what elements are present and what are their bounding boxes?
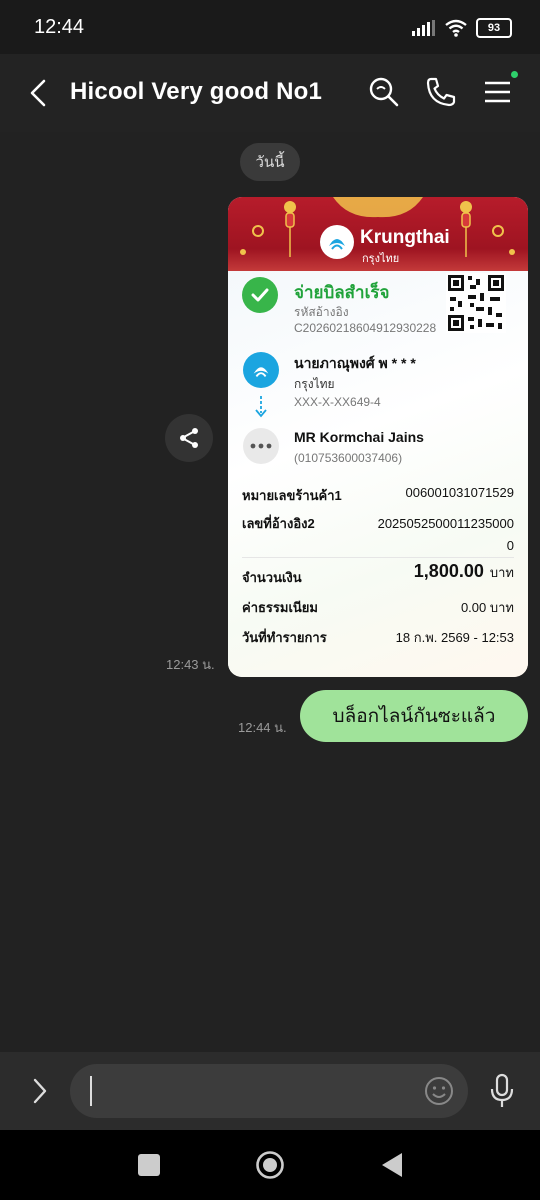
back-arrow-icon[interactable] bbox=[26, 78, 50, 108]
chat-header: Hicool Very good No1 bbox=[0, 54, 540, 132]
success-check-icon bbox=[242, 277, 278, 313]
status-bar: 12:44 93 bbox=[0, 0, 540, 54]
signal-icon bbox=[412, 20, 435, 36]
status-icons: 93 bbox=[412, 16, 512, 40]
share-button[interactable] bbox=[165, 414, 213, 462]
row-label: หมายเลขร้านค้า1 bbox=[242, 488, 342, 503]
bank-name: Krungthai bbox=[360, 227, 450, 248]
input-bar bbox=[0, 1052, 540, 1130]
status-title: จ่ายบิลสำเร็จ bbox=[294, 283, 390, 302]
message-timestamp: 12:44 น. bbox=[238, 720, 287, 735]
down-arrow-icon bbox=[255, 396, 267, 418]
fee-value: 0.00 บาท bbox=[460, 600, 514, 615]
date-label: วันที่ทำรายการ bbox=[242, 630, 327, 645]
receipt-banner: Krungthai กรุงไทย bbox=[228, 197, 528, 271]
qr-code-icon bbox=[446, 273, 506, 333]
amount-unit: บาท bbox=[489, 565, 514, 580]
wifi-icon bbox=[445, 19, 467, 37]
receiver-more-icon bbox=[243, 428, 279, 464]
receiver-name: MR Kormchai Jains bbox=[294, 429, 424, 445]
sender-account: XXX-X-XX649-4 bbox=[294, 395, 381, 409]
amount-label: จำนวนเงิน bbox=[242, 570, 302, 585]
microphone-icon[interactable] bbox=[488, 1072, 516, 1110]
sender-bank: กรุงไทย bbox=[294, 377, 335, 391]
ref-code: C20260218604912930228 bbox=[294, 321, 437, 335]
notification-dot bbox=[511, 71, 518, 78]
receipt-timestamp: 12:43 น. bbox=[166, 657, 215, 672]
amount-row: 1,800.00 บาท bbox=[414, 561, 514, 583]
ref-label: รหัสอ้างอิง bbox=[294, 305, 349, 319]
date-value: 18 ก.พ. 2569 - 12:53 bbox=[395, 630, 514, 645]
message-bubble[interactable]: บล็อกไลน์กันซะแล้ว bbox=[300, 690, 528, 742]
bank-name-th: กรุงไทย bbox=[362, 252, 400, 265]
krungthai-logo-icon bbox=[320, 225, 354, 259]
message-input[interactable] bbox=[70, 1064, 468, 1118]
status-time: 12:44 bbox=[34, 16, 85, 38]
receiver-id: (010753600037406) bbox=[294, 451, 403, 465]
home-icon[interactable] bbox=[255, 1150, 285, 1180]
search-icon[interactable] bbox=[366, 74, 402, 110]
divider bbox=[242, 557, 514, 558]
date-pill: วันนี้ bbox=[240, 143, 300, 181]
menu-icon[interactable] bbox=[480, 74, 516, 110]
expand-chevron-icon[interactable] bbox=[30, 1076, 50, 1106]
chat-title: Hicool Very good No1 bbox=[70, 78, 323, 105]
battery-icon: 93 bbox=[476, 18, 512, 38]
sender-bank-icon bbox=[243, 352, 279, 388]
sender-name: นายภาณุพงศ์ พ * * * bbox=[294, 355, 416, 371]
row-label: เลขที่อ้างอิง2 bbox=[242, 516, 315, 531]
fee-label: ค่าธรรมเนียม bbox=[242, 600, 318, 615]
text-cursor bbox=[90, 1076, 92, 1106]
phone-icon[interactable] bbox=[423, 74, 459, 110]
share-icon bbox=[180, 428, 198, 448]
row-value: 20250525000112350000 bbox=[377, 516, 514, 553]
amount-value: 1,800.00 bbox=[413, 561, 484, 581]
receipt-image[interactable]: Krungthai กรุงไทย จ่ายบิลสำเร็จ รหัสอ้าง… bbox=[228, 197, 528, 677]
emoji-icon[interactable] bbox=[424, 1076, 454, 1106]
row-value: 006001031071529 bbox=[405, 485, 514, 500]
recent-apps-icon[interactable] bbox=[138, 1154, 160, 1176]
receipt-body: จ่ายบิลสำเร็จ รหัสอ้างอิง C2026021860491… bbox=[228, 271, 528, 677]
back-icon[interactable] bbox=[380, 1152, 404, 1178]
navigation-bar bbox=[0, 1130, 540, 1200]
